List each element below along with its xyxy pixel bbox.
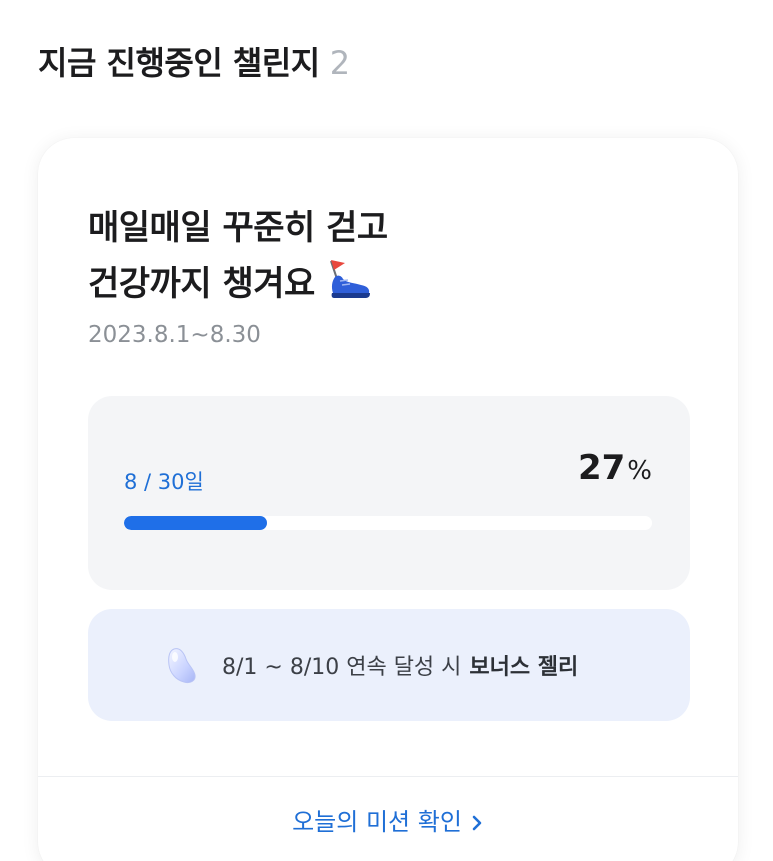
- section-header: 지금 진행중인 챌린지 2: [38, 38, 350, 84]
- progress-panel: 8 / 30일 27%: [88, 396, 690, 590]
- progress-percent: 27%: [578, 448, 652, 488]
- challenge-card[interactable]: 매일매일 꾸준히 걷고 건강까지 챙겨요 2023.8.1~8.30 8 / 3…: [38, 138, 738, 861]
- bonus-condition: 8/1 ~ 8/10 연속 달성 시: [222, 655, 462, 680]
- progress-percent-value: 27: [577, 448, 626, 488]
- challenge-title-line-2: 건강까지 챙겨요: [88, 256, 388, 312]
- card-divider: [38, 776, 738, 777]
- progress-bar-fill: [124, 516, 267, 530]
- challenge-title: 매일매일 꾸준히 걷고 건강까지 챙겨요: [88, 200, 388, 312]
- bonus-reward: 보너스 젤리: [469, 655, 579, 680]
- bonus-text: 8/1 ~ 8/10 연속 달성 시 보너스 젤리: [222, 649, 578, 681]
- challenge-title-line-2-text: 건강까지 챙겨요: [88, 264, 315, 304]
- progress-days-label: 8 / 30일: [124, 470, 204, 494]
- section-count: 2: [329, 44, 350, 82]
- progress-percent-sign: %: [627, 456, 652, 486]
- section-title: 지금 진행중인 챌린지: [38, 44, 320, 82]
- today-mission-button[interactable]: 오늘의 미션 확인: [38, 802, 738, 837]
- challenge-title-line-1: 매일매일 꾸준히 걷고: [88, 208, 388, 248]
- bonus-banner: 8/1 ~ 8/10 연속 달성 시 보너스 젤리: [88, 609, 690, 721]
- jelly-bean-icon: [168, 648, 196, 684]
- running-shoe-icon: [329, 260, 370, 298]
- progress-bar-track: [124, 516, 652, 530]
- chevron-right-icon: [472, 815, 482, 831]
- today-mission-label: 오늘의 미션 확인: [292, 808, 462, 836]
- challenge-period: 2023.8.1~8.30: [88, 322, 261, 348]
- challenge-page: 지금 진행중인 챌린지 2 매일매일 꾸준히 걷고 건강까지 챙겨요 2023.…: [0, 0, 773, 861]
